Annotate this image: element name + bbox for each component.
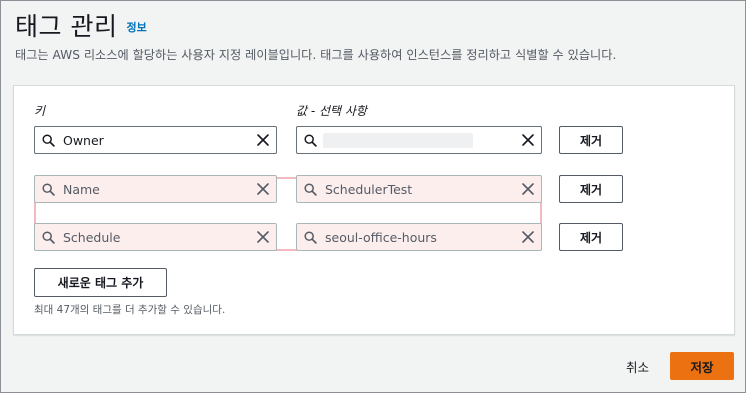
- cancel-button[interactable]: 취소: [626, 357, 649, 376]
- redacted-value: [323, 133, 473, 148]
- remove-tag-button[interactable]: 제거: [559, 223, 623, 251]
- tag-value-text: SchedulerTest: [325, 182, 413, 197]
- search-icon: [304, 134, 317, 147]
- search-icon: [42, 231, 55, 244]
- manage-tags-dialog: 태그 관리 정보 태그는 AWS 리소스에 할당하는 사용자 지정 레이블입니다…: [0, 0, 746, 393]
- tag-key-text: Owner: [63, 133, 104, 148]
- tag-value-input[interactable]: SchedulerTest: [296, 175, 542, 203]
- search-icon: [304, 183, 317, 196]
- tag-key-text: Name: [63, 182, 100, 197]
- save-button[interactable]: 저장: [670, 352, 734, 380]
- search-icon: [304, 231, 317, 244]
- page-description: 태그는 AWS 리소스에 할당하는 사용자 지정 레이블입니다. 태그를 사용하…: [15, 48, 617, 62]
- tag-key-input[interactable]: Owner: [34, 126, 277, 154]
- clear-icon[interactable]: [521, 182, 535, 196]
- tag-key-text: Schedule: [63, 230, 121, 245]
- tags-panel: 키 값 - 선택 사항 Owner 제거 Name SchedulerTest: [13, 85, 735, 335]
- page-header: 태그 관리 정보: [15, 7, 147, 43]
- add-tag-button[interactable]: 새로운 태그 추가: [34, 268, 167, 297]
- value-column-label: 값 - 선택 사항: [296, 104, 367, 118]
- remove-tag-button[interactable]: 제거: [559, 175, 623, 203]
- tag-value-input[interactable]: seoul-office-hours: [296, 223, 542, 251]
- remove-tag-button[interactable]: 제거: [559, 126, 623, 154]
- clear-icon[interactable]: [256, 182, 270, 196]
- tag-key-input[interactable]: Schedule: [34, 223, 277, 251]
- search-icon: [42, 183, 55, 196]
- clear-icon[interactable]: [521, 230, 535, 244]
- clear-icon[interactable]: [256, 230, 270, 244]
- tag-value-text: seoul-office-hours: [325, 230, 437, 245]
- search-icon: [42, 134, 55, 147]
- info-link[interactable]: 정보: [126, 19, 146, 35]
- clear-icon[interactable]: [521, 133, 535, 147]
- tag-value-input[interactable]: [296, 126, 542, 154]
- clear-icon[interactable]: [256, 133, 270, 147]
- tag-key-input[interactable]: Name: [34, 175, 277, 203]
- tag-limit-hint: 최대 47개의 태그를 더 추가할 수 있습니다.: [34, 304, 226, 316]
- key-column-label: 키: [34, 104, 46, 118]
- page-title: 태그 관리: [15, 12, 118, 41]
